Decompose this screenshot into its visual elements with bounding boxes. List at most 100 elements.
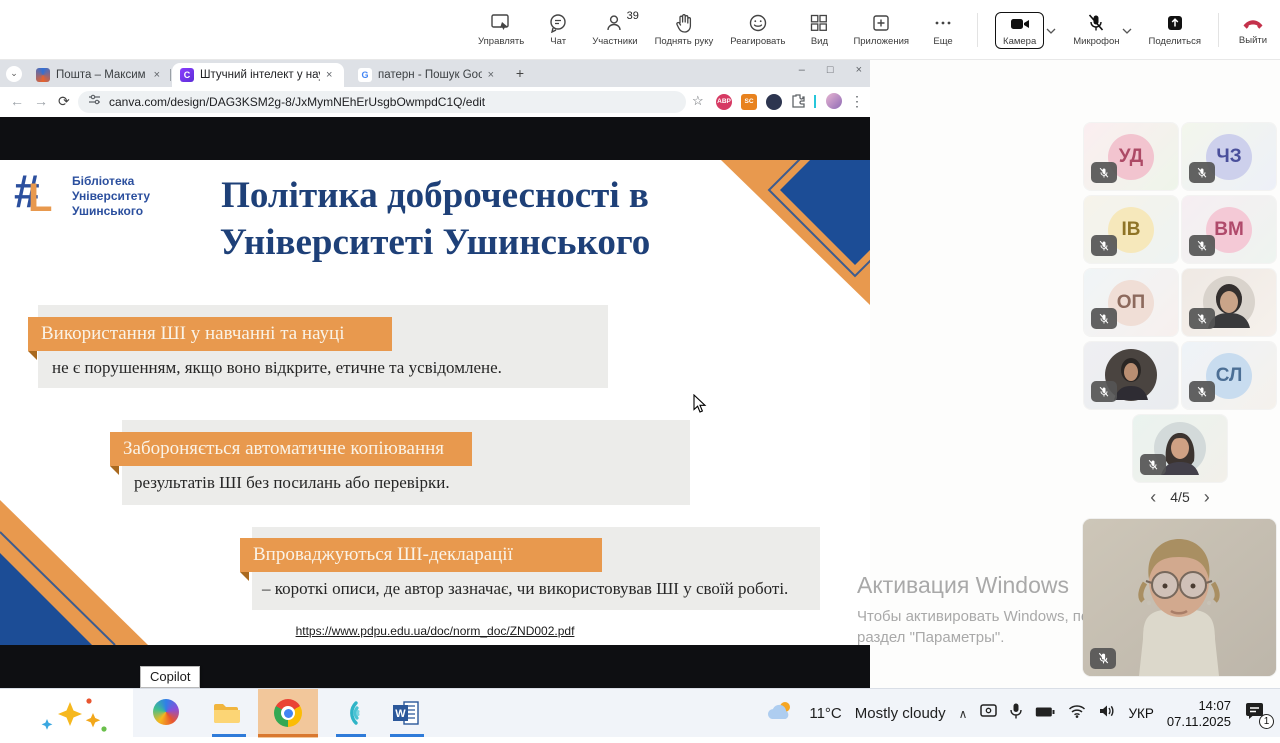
svg-text:W: W — [395, 708, 406, 720]
tab-close-icon[interactable]: × — [326, 69, 332, 81]
chat-label: Чат — [550, 36, 566, 47]
language-indicator[interactable]: УКР — [1128, 706, 1153, 721]
page-prev-icon[interactable]: ‹ — [1150, 490, 1156, 504]
tab-mail[interactable]: Пошта – Максим Оксана Ана × — [28, 63, 168, 87]
canva-favicon: C — [180, 68, 194, 82]
mic-muted-badge-icon — [1140, 454, 1166, 475]
slide-title: Політика доброчесності в Університеті Уш… — [110, 172, 760, 266]
watermark-line3: раздел "Параметры". — [857, 628, 1098, 648]
tab-close-icon[interactable]: × — [488, 69, 494, 81]
notification-center-button[interactable]: 1 — [1244, 701, 1270, 727]
weather-condition[interactable]: Mostly cloudy — [855, 705, 946, 722]
participant-tile[interactable]: ІВ — [1084, 196, 1178, 263]
tab-google-search[interactable]: G патерн - Пошук Google × — [350, 63, 502, 87]
toolbar-separator — [1218, 13, 1219, 47]
leave-label: Выйти — [1239, 35, 1267, 46]
participants-label: Участники — [592, 36, 637, 47]
mic-muted-badge-icon — [1189, 235, 1215, 256]
screen-cast-icon[interactable] — [980, 704, 997, 723]
sc-extension-icon[interactable]: SC — [741, 94, 757, 110]
participants-button[interactable]: 39 Участники — [592, 13, 637, 47]
manage-button[interactable]: Управлять — [478, 13, 524, 47]
participant-tile[interactable]: ЧЗ — [1182, 123, 1276, 190]
react-label: Реагировать — [730, 36, 785, 47]
weather-temp[interactable]: 11°C — [809, 705, 841, 722]
screen-control-icon — [490, 13, 512, 33]
participant-tile[interactable]: ВМ — [1182, 196, 1276, 263]
tray-expand-icon[interactable]: ∧ — [959, 707, 968, 721]
profile-avatar[interactable] — [826, 93, 842, 109]
tab-separator — [170, 69, 171, 81]
hand-icon — [675, 13, 693, 33]
reload-icon[interactable]: ⟳ — [58, 93, 70, 110]
participant-tile-photo[interactable] — [1182, 269, 1276, 336]
mic-muted-badge-icon — [1189, 162, 1215, 183]
page-next-icon[interactable]: › — [1204, 490, 1210, 504]
react-button[interactable]: Реагировать — [730, 13, 785, 47]
tab-close-icon[interactable]: × — [154, 69, 160, 81]
window-maximize-button[interactable]: □ — [827, 64, 834, 76]
shared-screen-browser-window: ⌄ Пошта – Максим Оксана Ана × C Штучний … — [0, 60, 870, 688]
participant-tile[interactable]: УД — [1084, 123, 1178, 190]
participants-count: 39 — [627, 10, 639, 22]
address-bar[interactable]: canva.com/design/DAG3KSM2g-8/JxMymNEhErU… — [78, 91, 686, 113]
more-button[interactable]: Еще — [926, 13, 960, 47]
slide-block-3-body: – короткі описи, де автор зазначає, чи в… — [262, 579, 788, 599]
tab-canva-active[interactable]: C Штучний інтелект у науковій д × — [172, 63, 344, 87]
participants-pagination: ‹ 4/5 › — [1130, 489, 1230, 505]
extensions-puzzle-icon[interactable] — [790, 93, 806, 114]
browser-menu-icon[interactable]: ⋮ — [850, 93, 864, 110]
mic-muted-badge-icon — [1090, 648, 1116, 669]
grid-icon — [809, 13, 829, 33]
mic-chevron-icon[interactable] — [1122, 21, 1132, 39]
file-explorer-icon[interactable] — [212, 699, 240, 727]
dark-extension-icon[interactable] — [766, 94, 782, 110]
camera-button[interactable]: Камера — [995, 12, 1044, 49]
smiley-icon — [748, 13, 768, 33]
google-favicon: G — [358, 68, 372, 82]
weather-icon[interactable] — [766, 699, 796, 728]
participant-tile-photo[interactable] — [1084, 342, 1178, 409]
new-tab-button[interactable]: + — [512, 66, 528, 82]
speaker-icon[interactable] — [1099, 704, 1115, 723]
forward-icon[interactable]: → — [34, 93, 48, 109]
bookmark-star-icon[interactable]: ☆ — [692, 93, 704, 109]
tab-search-chevron-icon[interactable]: ⌄ — [6, 66, 22, 82]
chrome-taskbar-icon[interactable] — [274, 699, 302, 727]
policy-pdf-link[interactable]: https://www.pdpu.edu.ua/doc/norm_doc/ZND… — [0, 624, 870, 638]
chat-button[interactable]: Чат — [541, 13, 575, 47]
mic-tray-icon[interactable] — [1010, 703, 1022, 724]
participant-tile-photo[interactable] — [1133, 415, 1227, 482]
tab-title: Штучний інтелект у науковій д — [200, 69, 320, 81]
meeting-app-taskbar-icon[interactable] — [336, 699, 364, 727]
participant-tile[interactable]: СЛ — [1182, 342, 1276, 409]
back-icon[interactable]: ← — [10, 93, 24, 109]
slide-title-line2: Університеті Ушинського — [110, 219, 760, 266]
wifi-icon[interactable] — [1068, 704, 1086, 723]
battery-icon[interactable] — [1035, 705, 1055, 723]
corner-decoration-bottom-left — [0, 498, 150, 645]
taskbar-clock[interactable]: 14:07 07.11.2025 — [1167, 698, 1231, 730]
mic-button[interactable]: Микрофон — [1073, 13, 1119, 47]
apps-button[interactable]: Приложения — [853, 13, 909, 47]
camera-chevron-icon[interactable] — [1046, 21, 1056, 39]
share-screen-button[interactable]: Поделиться — [1149, 13, 1201, 47]
slide-block-1-header: Використання ШІ у навчанні та науці — [28, 317, 392, 351]
window-minimize-button[interactable]: – — [799, 64, 805, 76]
copilot-taskbar-icon[interactable] — [153, 699, 181, 727]
widgets-button[interactable] — [0, 689, 133, 738]
raise-hand-button[interactable]: Поднять руку — [655, 13, 714, 47]
mic-muted-badge-icon — [1091, 308, 1117, 329]
logo-l: L — [28, 176, 52, 221]
self-video-tile[interactable] — [1083, 519, 1276, 676]
view-button[interactable]: Вид — [802, 13, 836, 47]
window-close-button[interactable]: × — [856, 64, 862, 76]
participant-tile[interactable]: ОП — [1084, 269, 1178, 336]
mouse-cursor — [693, 394, 707, 419]
slide-block-2-header: Забороняється автоматичне копіювання — [110, 432, 472, 466]
mic-muted-badge-icon — [1091, 235, 1117, 256]
adblock-extension-icon[interactable]: ABP — [716, 94, 732, 110]
leave-button[interactable]: Выйти — [1236, 14, 1270, 46]
presentation-viewport: # L Бібліотека Університету Ушинського П… — [0, 117, 870, 688]
word-taskbar-icon[interactable]: W — [392, 699, 420, 727]
